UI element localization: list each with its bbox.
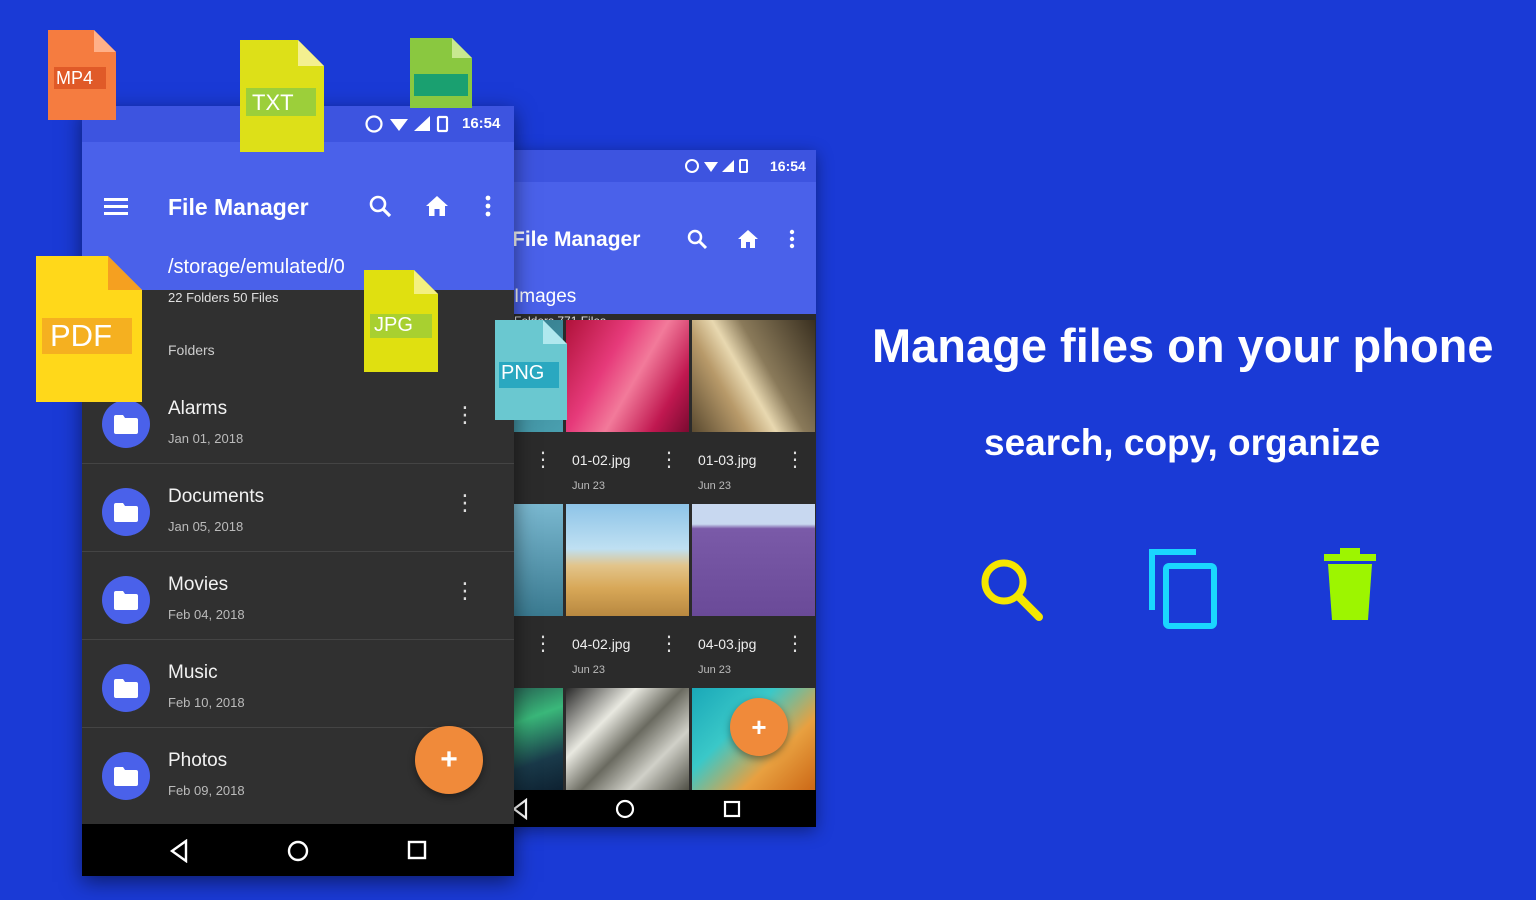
image-thumbnail: [566, 688, 689, 790]
nav-bar: [500, 790, 816, 827]
status-bar: 16:54: [500, 150, 816, 182]
more-vert-icon[interactable]: ⋮: [785, 634, 805, 654]
folder-name: Documents: [168, 486, 265, 507]
menu-icon[interactable]: [104, 196, 128, 216]
headline: Manage files on your phone: [872, 319, 1494, 372]
add-button[interactable]: +: [730, 698, 788, 756]
status-icons: [685, 159, 748, 173]
image-thumbnail: [566, 504, 689, 616]
image-name: 01-02.jpg: [572, 452, 631, 468]
pdf-label: PDF: [50, 318, 112, 353]
folder-date: Feb 10, 2018: [168, 695, 245, 710]
folder-avatar: [102, 752, 150, 800]
pdf-file-icon: PDF: [36, 256, 142, 402]
jpg-file-icon: JPG: [364, 270, 438, 372]
more-vert-icon[interactable]: ⋮: [454, 404, 476, 426]
app-title: File Manager: [512, 228, 641, 251]
home-nav-icon[interactable]: [614, 798, 636, 820]
folder-date: Jan 01, 2018: [168, 431, 244, 446]
folder-icon: [114, 503, 138, 522]
section-label: Folders: [168, 342, 215, 358]
txt-label: TXT: [252, 90, 294, 115]
image-tile[interactable]: 01-03.jpg Jun 23 ⋮: [692, 320, 815, 500]
more-vert-icon[interactable]: ⋮: [659, 450, 679, 470]
image-tile[interactable]: 04-02.jpg Jun 23 ⋮: [566, 504, 689, 684]
list-item[interactable]: Alarms Jan 01, 2018 ⋮: [82, 376, 514, 464]
folder-icon: [114, 591, 138, 610]
current-path: Images: [514, 286, 577, 307]
list-item[interactable]: Movies Feb 04, 2018 ⋮: [82, 552, 514, 640]
recents-nav-icon[interactable]: [722, 799, 742, 819]
front-phone-screen: 16:54 File Manager /storage/emulated/0 2…: [82, 106, 514, 876]
home-icon[interactable]: [424, 194, 450, 218]
image-thumbnail: [692, 320, 815, 432]
mp4-file-icon: MP4: [48, 30, 116, 120]
add-button[interactable]: +: [415, 726, 483, 794]
folder-date: Feb 04, 2018: [168, 607, 245, 622]
image-name: 04-02.jpg: [572, 636, 631, 652]
image-name: 01-03.jpg: [698, 452, 757, 468]
more-vert-icon[interactable]: ⋮: [454, 492, 476, 514]
folder-name: Photos: [168, 750, 228, 771]
search-icon: [981, 559, 1043, 621]
status-time: 16:54: [462, 115, 501, 132]
more-vert-icon[interactable]: ⋮: [659, 634, 679, 654]
image-date: Jun 23: [698, 480, 732, 492]
image-tile[interactable]: [566, 688, 689, 790]
more-vert-icon[interactable]: ⋮: [454, 580, 476, 602]
search-icon[interactable]: [686, 228, 708, 250]
home-icon[interactable]: [736, 228, 760, 250]
image-tile[interactable]: 04-03.jpg Jun 23 ⋮: [692, 504, 815, 684]
copy-icon: [1149, 549, 1217, 629]
app-bar: File Manager /storage/emulated/0 22 Fold…: [82, 142, 514, 305]
folder-date: Feb 09, 2018: [168, 783, 245, 798]
txt-file-icon: TXT: [240, 40, 324, 152]
status-icons: [365, 115, 449, 133]
png-file-icon: PNG: [495, 320, 567, 420]
more-vert-icon[interactable]: [484, 194, 492, 218]
back-phone-screen: 16:54 File Manager Images Folders 771 Fi…: [500, 150, 816, 827]
folder-avatar: [102, 400, 150, 448]
current-path: /storage/emulated/0: [168, 256, 345, 278]
folder-summary: 22 Folders 50 Files: [168, 290, 279, 305]
home-nav-icon[interactable]: [286, 839, 310, 863]
folder-icon: [114, 767, 138, 786]
list-item[interactable]: Documents Jan 05, 2018 ⋮: [82, 464, 514, 552]
tagline: search, copy, organize: [984, 422, 1381, 463]
image-date: Jun 23: [698, 664, 732, 676]
image-thumbnail: [692, 504, 815, 616]
png-label: PNG: [501, 362, 545, 384]
trash-icon: [1324, 548, 1376, 620]
status-time: 16:54: [770, 158, 806, 174]
folder-date: Jan 05, 2018: [168, 519, 244, 534]
image-name: 04-03.jpg: [698, 636, 757, 652]
more-vert-icon[interactable]: [788, 228, 796, 250]
folder-avatar: [102, 664, 150, 712]
image-tile[interactable]: 01-02.jpg Jun 23 ⋮: [566, 320, 689, 500]
recents-nav-icon[interactable]: [406, 839, 428, 861]
folder-name: Alarms: [168, 398, 228, 419]
image-date: Jun 23: [572, 480, 606, 492]
generic-file-icon: [410, 38, 472, 108]
more-vert-icon[interactable]: ⋮: [785, 450, 805, 470]
folder-name: Movies: [168, 574, 229, 595]
jpg-label: JPG: [374, 314, 413, 336]
folder-avatar: [102, 576, 150, 624]
folder-avatar: [102, 488, 150, 536]
more-vert-icon[interactable]: ⋮: [533, 634, 553, 654]
folder-icon: [114, 415, 138, 434]
folder-icon: [114, 679, 138, 698]
folder-name: Music: [168, 662, 218, 683]
search-icon[interactable]: [368, 194, 392, 218]
more-vert-icon[interactable]: ⋮: [533, 450, 553, 470]
list-item[interactable]: Music Feb 10, 2018: [82, 640, 514, 728]
app-bar: File Manager Images Folders 771 Files: [500, 182, 816, 328]
image-thumbnail: [566, 320, 689, 432]
back-nav-icon[interactable]: [168, 839, 190, 863]
image-date: Jun 23: [572, 664, 606, 676]
mp4-label: MP4: [56, 68, 94, 88]
app-title: File Manager: [168, 194, 309, 220]
nav-bar: [82, 824, 514, 876]
